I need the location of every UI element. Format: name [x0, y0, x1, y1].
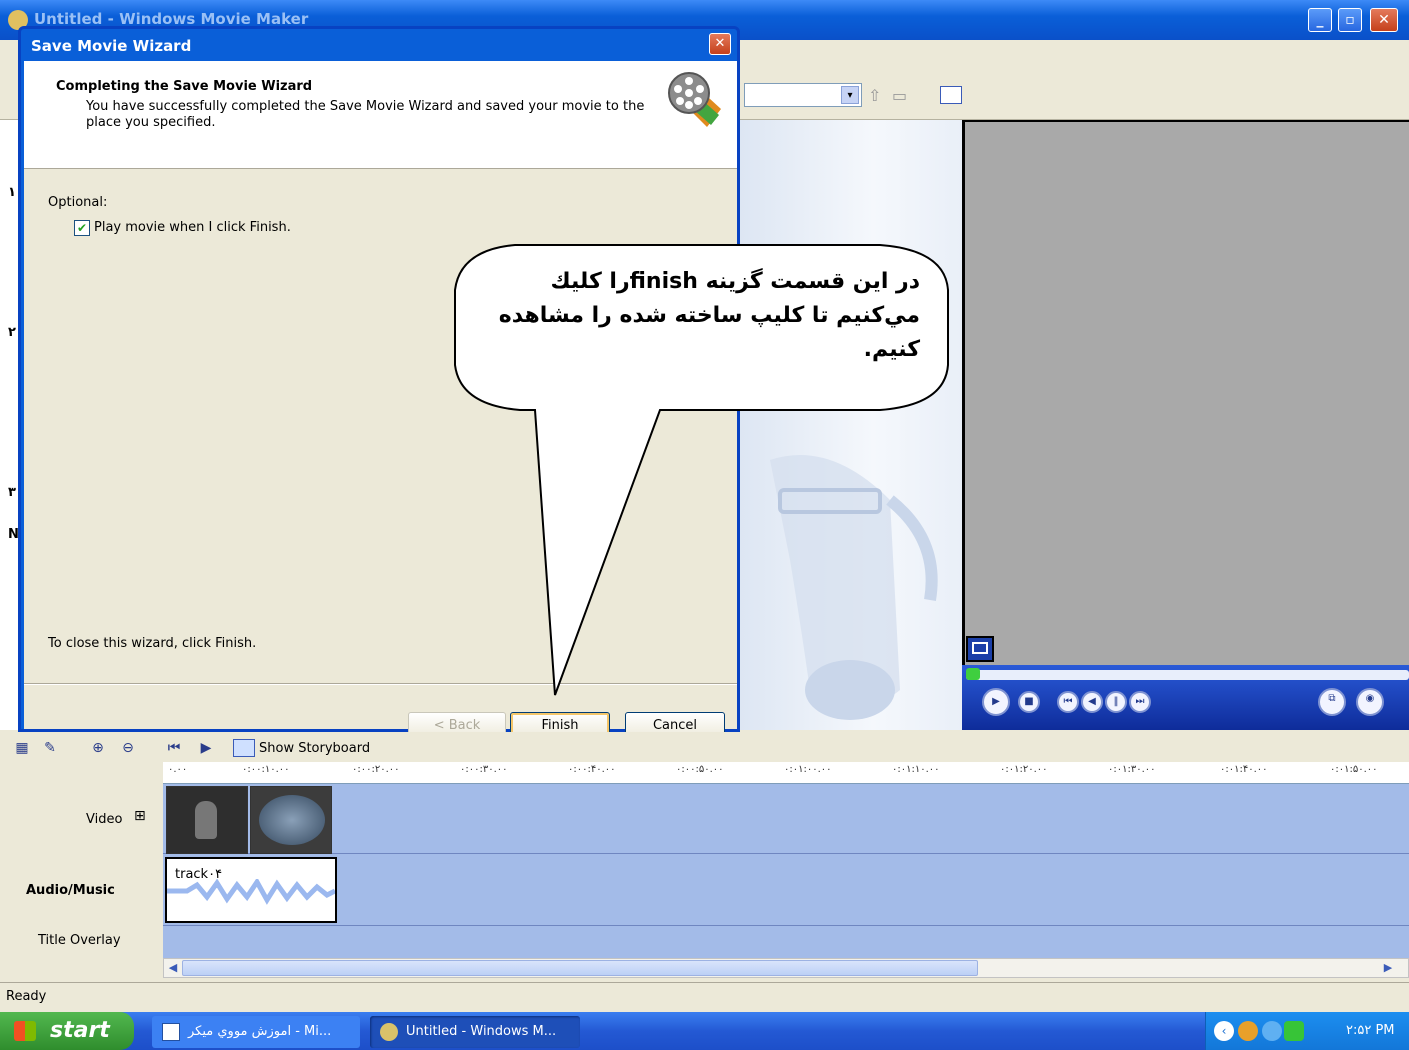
video-track[interactable]	[163, 784, 1409, 854]
waveform-icon	[167, 879, 335, 905]
fullscreen-icon[interactable]	[966, 636, 994, 662]
show-storyboard-button[interactable]: Show Storyboard	[233, 737, 370, 759]
storyboard-icon	[233, 739, 255, 757]
taskbar-item-label: اموزش مووي ميكر - Mi...	[188, 1024, 332, 1039]
ruler-tick: ۰:۰۱:۵۰.۰۰	[1330, 764, 1378, 775]
callout-text: در اين قسمت گزينه finishرا كليك مي‌كنيم …	[498, 269, 920, 362]
pane-number: ۳	[8, 485, 16, 500]
system-tray: ‹ ۲:۵۲ PM	[1205, 1012, 1409, 1050]
new-folder-icon[interactable]: ▭	[892, 86, 907, 105]
zoom-in-icon[interactable]: ⊕	[88, 738, 108, 758]
taskbar-item[interactable]: اموزش مووي ميكر - Mi...	[152, 1016, 360, 1048]
tray-network-icon[interactable]	[1262, 1021, 1282, 1041]
minimize-button[interactable]: _	[1308, 8, 1332, 32]
pause-frame-button[interactable]: ‖	[1105, 691, 1127, 713]
ruler-tick: ۰:۰۰:۵۰.۰۰	[676, 764, 724, 775]
views-icon[interactable]	[940, 86, 962, 104]
video-clip[interactable]	[250, 786, 332, 854]
tray-app-icon[interactable]	[1238, 1021, 1258, 1041]
take-picture-button[interactable]: ◉	[1356, 688, 1384, 716]
wizard-heading: Completing the Save Movie Wizard	[56, 79, 313, 94]
scroll-left-icon[interactable]: ◀	[165, 960, 181, 976]
ruler-tick: ۰:۰۱:۲۰.۰۰	[1000, 764, 1048, 775]
wizard-body: Completing the Save Movie Wizard You hav…	[24, 61, 737, 740]
play-movie-checkbox-label[interactable]: Play movie when I click Finish.	[94, 220, 291, 235]
optional-label: Optional:	[48, 195, 108, 210]
start-label: start	[50, 1018, 110, 1043]
collection-pane	[740, 120, 962, 730]
close-button[interactable]: ✕	[1370, 8, 1398, 32]
divider	[24, 683, 737, 685]
ruler-tick: ۰:۰۱:۱۰.۰۰	[892, 764, 940, 775]
windows-logo-icon	[14, 1021, 36, 1041]
video-track-label: Video	[86, 812, 123, 827]
taskbar-item-label: Untitled - Windows M...	[406, 1024, 557, 1039]
audio-clip[interactable]: track۰۴	[165, 857, 337, 923]
set-audio-levels-icon[interactable]: ▦	[12, 738, 32, 758]
ruler-tick: ۰:۰۰:۳۰.۰۰	[460, 764, 508, 775]
wizard-title: Save Movie Wizard	[31, 37, 192, 55]
status-bar: Ready	[0, 982, 1409, 1012]
tray-security-icon[interactable]	[1284, 1021, 1304, 1041]
ruler-tick: ۰.۰۰	[168, 764, 188, 775]
collections-dropdown[interactable]: ▾	[744, 83, 862, 107]
stop-button[interactable]: ■	[1018, 691, 1040, 713]
title-overlay-track[interactable]	[163, 926, 1409, 958]
audio-track[interactable]	[163, 854, 1409, 926]
preview-monitor	[962, 120, 1409, 665]
start-button[interactable]: start	[0, 1012, 134, 1050]
tasks-pane	[0, 120, 20, 730]
ruler-tick: ۰:۰۰:۲۰.۰۰	[352, 764, 400, 775]
ruler-tick: ۰:۰۱:۰۰.۰۰	[784, 764, 832, 775]
close-wizard-note: To close this wizard, click Finish.	[48, 636, 257, 651]
movie-maker-icon	[380, 1023, 398, 1041]
tray-expand-icon[interactable]: ‹	[1214, 1021, 1234, 1041]
ruler-tick: ۰:۰۰:۴۰.۰۰	[568, 764, 616, 775]
status-text: Ready	[6, 989, 47, 1004]
zoom-out-icon[interactable]: ⊖	[118, 738, 138, 758]
taskbar-item-active[interactable]: Untitled - Windows M...	[370, 1016, 580, 1048]
scrollbar-thumb[interactable]	[182, 960, 978, 976]
chevron-down-icon[interactable]: ▾	[841, 86, 859, 104]
seek-slider-thumb[interactable]	[966, 668, 980, 680]
film-reel-icon	[668, 72, 721, 127]
seek-bar[interactable]	[966, 670, 1409, 680]
pane-number: ۱	[8, 185, 16, 200]
play-button[interactable]: ▶	[982, 688, 1010, 716]
ruler-tick: ۰:۰۱:۴۰.۰۰	[1220, 764, 1268, 775]
maximize-button[interactable]: ▫	[1338, 8, 1362, 32]
save-movie-wizard: Save Movie Wizard ✕ Completing the Save …	[18, 26, 740, 740]
up-folder-icon[interactable]: ⇧	[868, 86, 881, 105]
word-doc-icon	[162, 1023, 180, 1041]
expand-video-track-icon[interactable]: ⊞	[134, 808, 146, 824]
ruler-tick: ۰:۰۱:۳۰.۰۰	[1108, 764, 1156, 775]
split-clip-button[interactable]: ⧉	[1318, 688, 1346, 716]
wizard-header: Completing the Save Movie Wizard You hav…	[24, 61, 737, 169]
rewind-timeline-icon[interactable]: ⏮	[164, 738, 184, 758]
wizard-close-button[interactable]: ✕	[709, 33, 731, 55]
movie-music-watermark-icon	[770, 455, 938, 720]
previous-frame-button[interactable]: ⏮	[1057, 691, 1079, 713]
narrate-icon[interactable]: ✎	[40, 738, 60, 758]
video-clip[interactable]	[166, 786, 248, 854]
next-frame-button[interactable]: ⏭	[1129, 691, 1151, 713]
ruler-tick: ۰:۰۰:۱۰.۰۰	[242, 764, 290, 775]
title-overlay-track-label: Title Overlay	[38, 933, 121, 948]
play-movie-checkbox[interactable]: ✔	[74, 220, 90, 236]
play-timeline-icon[interactable]: ▶	[196, 738, 216, 758]
scroll-right-icon[interactable]: ▶	[1380, 960, 1396, 976]
pane-number: ۲	[8, 325, 16, 340]
rewind-button[interactable]: ◀	[1081, 691, 1103, 713]
clock[interactable]: ۲:۵۲ PM	[1346, 1023, 1395, 1038]
show-storyboard-label: Show Storyboard	[259, 740, 371, 756]
wizard-subheading: You have successfully completed the Save…	[86, 99, 645, 130]
audio-track-label: Audio/Music	[26, 883, 115, 898]
